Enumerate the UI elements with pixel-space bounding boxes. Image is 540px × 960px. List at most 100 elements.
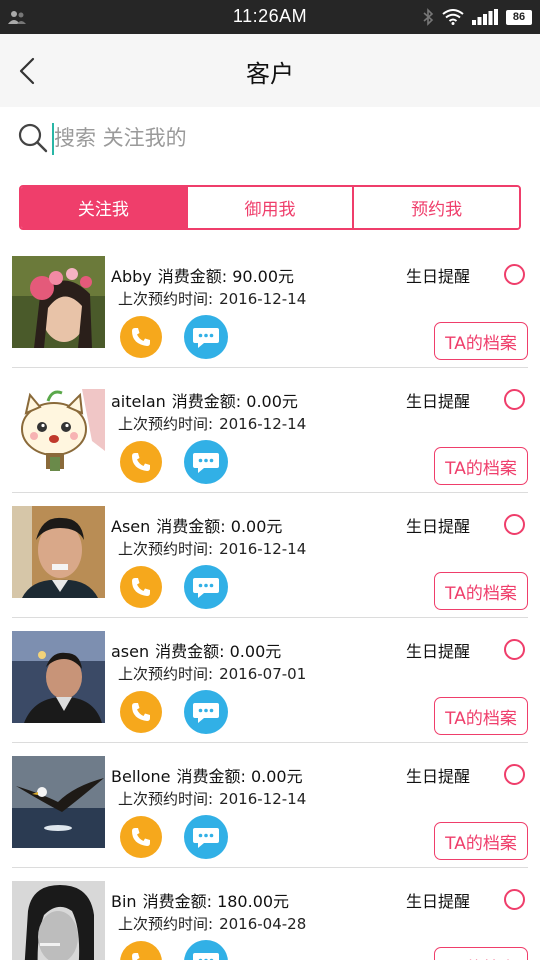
list-item[interactable]: Bin 消费金额: 180.00元 上次预约时间: 2016-04-28 生日提醒 …	[12, 868, 528, 960]
tab-booked-me[interactable]: 预约我	[354, 187, 519, 228]
wifi-icon	[442, 9, 464, 25]
message-button[interactable]	[184, 565, 228, 609]
birthday-reminder-toggle[interactable]	[504, 389, 525, 410]
chat-bubble-icon	[193, 578, 219, 598]
call-button[interactable]	[120, 816, 162, 858]
last-appointment: 上次预约时间: 2016-12-14	[118, 788, 306, 809]
birthday-reminder-label: 生日提醒	[405, 892, 470, 911]
phone-icon	[132, 828, 150, 846]
page-title: 客户	[246, 60, 294, 88]
customer-summary: Abby 消费金额: 90.00元	[111, 263, 294, 287]
segment-tabs: 关注我 御用我 预约我	[19, 185, 521, 230]
battery-icon: 86	[506, 9, 532, 25]
customer-name: Bellone	[111, 767, 171, 786]
customer-name: Asen	[111, 517, 151, 536]
phone-icon	[132, 578, 150, 596]
last-appointment-label: 上次预约时间:	[118, 790, 214, 808]
last-appointment: 上次预约时间: 2016-04-28	[118, 913, 306, 934]
spend-label: 消费金额:	[156, 517, 226, 536]
last-appointment-date: 2016-12-14	[219, 415, 307, 433]
search-icon	[18, 123, 48, 153]
customer-summary: Asen 消费金额: 0.00元	[111, 513, 282, 537]
chat-bubble-icon	[193, 453, 219, 473]
call-button[interactable]	[120, 441, 162, 483]
list-item[interactable]: asen 消费金额: 0.00元 上次预约时间: 2016-07-01 生日提醒 T…	[12, 618, 528, 743]
call-button[interactable]	[120, 691, 162, 733]
call-button[interactable]	[120, 566, 162, 608]
last-appointment-label: 上次预约时间:	[118, 915, 214, 933]
profile-button[interactable]: TA的档案	[434, 322, 528, 360]
search-bar	[0, 107, 540, 169]
spend-amount: 0.00元	[230, 517, 283, 536]
avatar	[12, 881, 105, 960]
phone-icon	[132, 453, 150, 471]
nav-bar: 客户	[0, 34, 540, 107]
last-appointment-label: 上次预约时间:	[118, 290, 214, 308]
message-button[interactable]	[184, 815, 228, 859]
list-item[interactable]: Bellone 消费金额: 0.00元 上次预约时间: 2016-12-14 生日提…	[12, 743, 528, 868]
avatar	[12, 256, 105, 348]
birthday-reminder-toggle[interactable]	[504, 639, 525, 660]
profile-button[interactable]: TA的档案	[434, 822, 528, 860]
avatar	[12, 756, 105, 848]
customer-summary: asen 消费金额: 0.00元	[111, 638, 281, 662]
last-appointment-date: 2016-12-14	[219, 790, 307, 808]
phone-icon	[132, 703, 150, 721]
birthday-reminder-toggle[interactable]	[504, 264, 525, 285]
customer-name: Abby	[111, 267, 152, 286]
call-button[interactable]	[120, 316, 162, 358]
birthday-reminder-toggle[interactable]	[504, 514, 525, 535]
customer-summary: Bin 消费金额: 180.00元	[111, 888, 289, 912]
profile-button[interactable]: TA的档案	[434, 697, 528, 735]
phone-icon	[132, 328, 150, 346]
last-appointment-label: 上次预约时间:	[118, 540, 214, 558]
profile-button[interactable]: TA的档案	[434, 947, 528, 960]
list-item[interactable]: aitelan 消费金额: 0.00元 上次预约时间: 2016-12-14 生日提…	[12, 368, 528, 493]
last-appointment-label: 上次预约时间:	[118, 415, 214, 433]
spend-label: 消费金额:	[176, 767, 246, 786]
birthday-reminder-label: 生日提醒	[405, 392, 470, 411]
profile-button[interactable]: TA的档案	[434, 447, 528, 485]
last-appointment-date: 2016-12-14	[219, 290, 307, 308]
customer-summary: aitelan 消费金额: 0.00元	[111, 388, 298, 412]
last-appointment: 上次预约时间: 2016-12-14	[118, 538, 306, 559]
birthday-reminder-label: 生日提醒	[405, 517, 470, 536]
birthday-reminder-toggle[interactable]	[504, 764, 525, 785]
avatar	[12, 631, 105, 723]
last-appointment-date: 2016-07-01	[219, 665, 307, 683]
status-bar: 11:26AM 86	[0, 0, 540, 34]
spend-label: 消费金额:	[155, 642, 225, 661]
phone-icon	[132, 953, 140, 960]
tab-follow-me[interactable]: 关注我	[21, 187, 188, 228]
customer-name: aitelan	[111, 392, 166, 411]
last-appointment: 上次预约时间: 2016-12-14	[118, 413, 306, 434]
message-button[interactable]	[184, 315, 228, 359]
chat-bubble-icon	[193, 953, 219, 960]
list-item[interactable]: Asen 消费金额: 0.00元 上次预约时间: 2016-12-14 生日提醒 T…	[12, 493, 528, 618]
spend-label: 消费金额:	[142, 892, 212, 911]
customer-list: Abby 消费金额: 90.00元 上次预约时间: 2016-12-14 生日提醒 …	[0, 243, 540, 960]
customer-summary: Bellone 消费金额: 0.00元	[111, 763, 303, 787]
birthday-reminder-label: 生日提醒	[405, 642, 470, 661]
bluetooth-icon	[423, 8, 434, 26]
spend-label: 消费金额:	[157, 267, 228, 286]
birthday-reminder-label: 生日提醒	[405, 267, 470, 286]
last-appointment-label: 上次预约时间:	[118, 665, 214, 683]
tab-exclusive[interactable]: 御用我	[187, 187, 355, 228]
birthday-reminder-toggle[interactable]	[504, 889, 525, 910]
message-button[interactable]	[184, 940, 228, 960]
chat-bubble-icon	[193, 703, 219, 723]
spend-amount: 180.00元	[217, 892, 290, 911]
profile-button[interactable]: TA的档案	[434, 572, 528, 610]
search-input[interactable]	[54, 121, 494, 155]
customer-name: Bin	[111, 892, 137, 911]
avatar	[12, 381, 105, 473]
message-button[interactable]	[184, 440, 228, 484]
avatar	[12, 506, 105, 598]
spend-amount: 0.00元	[246, 392, 298, 411]
list-item[interactable]: Abby 消费金额: 90.00元 上次预约时间: 2016-12-14 生日提醒 …	[12, 243, 528, 368]
message-button[interactable]	[184, 690, 228, 734]
spend-label: 消费金额:	[171, 392, 242, 411]
call-button[interactable]	[120, 941, 162, 960]
birthday-reminder-label: 生日提醒	[405, 767, 470, 786]
